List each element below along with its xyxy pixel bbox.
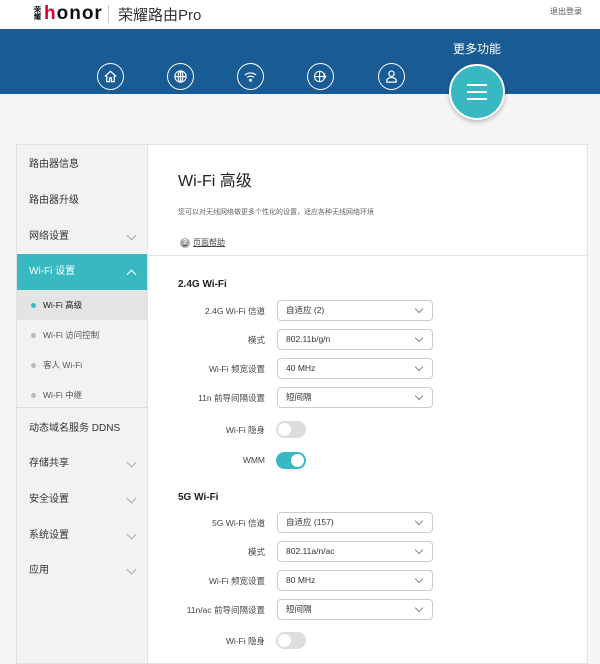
bullet-icon — [31, 363, 36, 368]
hide-ssid-2g-toggle[interactable] — [276, 421, 306, 438]
globe-lightning-icon[interactable] — [307, 63, 334, 90]
chevron-down-icon — [414, 304, 424, 314]
hide-ssid-5g-toggle[interactable] — [276, 632, 306, 649]
sidebar-item-network[interactable]: 网络设置 — [17, 219, 147, 255]
bullet-icon — [31, 393, 36, 398]
mode-2g-select[interactable]: 802.11b/g/n — [277, 329, 433, 350]
chevron-down-icon — [126, 493, 137, 504]
chevron-down-icon — [126, 230, 137, 241]
chevron-down-icon — [414, 516, 424, 526]
help-icon: ? — [180, 237, 190, 248]
main-card: 路由器信息 路由器升级 网络设置 Wi-Fi 设置 Wi-Fi 高级 Wi-Fi… — [16, 144, 588, 664]
field-label: 模式 — [247, 335, 265, 345]
sidebar-item-ddns[interactable]: 动态域名服务 DDNS — [17, 411, 147, 447]
field-label: 模式 — [247, 547, 265, 557]
page-title: Wi-Fi 高级 — [178, 173, 252, 190]
chevron-down-icon — [414, 333, 424, 343]
honor-logo: 荣耀 honor — [34, 3, 103, 24]
section-title-2g: 2.4G Wi-Fi — [178, 279, 227, 290]
chevron-down-icon — [126, 529, 137, 540]
channel-2g-select[interactable]: 自适应 (2) — [277, 300, 433, 321]
globe-icon[interactable] — [167, 63, 194, 90]
sidebar-subitem-wifi-advanced[interactable]: Wi-Fi 高级 — [17, 290, 147, 320]
toggle-label: Wi-Fi 隐身 — [225, 425, 265, 435]
guard-interval-5g-select[interactable]: 短间隔 — [277, 599, 433, 620]
divider — [17, 407, 147, 408]
sidebar: 路由器信息 路由器升级 网络设置 Wi-Fi 设置 Wi-Fi 高级 Wi-Fi… — [17, 145, 148, 663]
divider — [148, 255, 588, 256]
chevron-down-icon — [126, 457, 137, 468]
field-label: Wi-Fi 频宽设置 — [208, 364, 265, 374]
guard-interval-2g-select[interactable]: 短间隔 — [277, 387, 433, 408]
chevron-down-icon — [414, 362, 424, 372]
mode-5g-select[interactable]: 802.11a/n/ac — [277, 541, 433, 562]
bandwidth-5g-select[interactable]: 80 MHz — [277, 570, 433, 591]
more-features-button[interactable] — [449, 64, 505, 120]
product-name: 荣耀路由Pro — [118, 7, 202, 24]
page-help-link[interactable]: ? 页面帮助 — [180, 237, 225, 248]
bullet-icon — [31, 303, 36, 308]
chevron-down-icon — [126, 564, 137, 575]
chevron-down-icon — [414, 603, 424, 613]
sidebar-item-security[interactable]: 安全设置 — [17, 482, 147, 518]
home-icon[interactable] — [97, 63, 124, 90]
page-description: 您可以对无线网络做更多个性化的设置，适应各种无线网络环境 — [178, 209, 374, 216]
channel-5g-select[interactable]: 自适应 (157) — [277, 512, 433, 533]
field-label: 5G Wi-Fi 信道 — [212, 518, 265, 528]
chevron-up-icon — [126, 269, 137, 280]
field-label: 11n/ac 前导间隔设置 — [186, 605, 265, 615]
field-label: 2.4G Wi-Fi 信道 — [205, 306, 265, 316]
bullet-icon — [31, 333, 36, 338]
wmm-toggle[interactable] — [276, 452, 306, 469]
toggle-label: WMM — [242, 455, 265, 465]
field-label: 11n 前导间隔设置 — [198, 393, 265, 403]
logout-link[interactable]: 退出登录 — [550, 6, 582, 17]
more-features-label: 更多功能 — [453, 42, 502, 56]
sidebar-subitem-wifi-access[interactable]: Wi-Fi 访问控制 — [17, 320, 147, 350]
sidebar-item-router-upgrade[interactable]: 路由器升级 — [17, 183, 147, 219]
sidebar-item-storage[interactable]: 存储共享 — [17, 446, 147, 482]
chevron-down-icon — [414, 574, 424, 584]
chevron-down-icon — [414, 391, 424, 401]
nav-banner — [0, 29, 600, 94]
divider — [108, 5, 109, 23]
sidebar-item-router-info[interactable]: 路由器信息 — [17, 147, 147, 183]
toggle-label: Wi-Fi 隐身 — [225, 636, 265, 646]
wifi-icon[interactable] — [237, 63, 264, 90]
sidebar-item-system[interactable]: 系统设置 — [17, 518, 147, 554]
chevron-down-icon — [414, 545, 424, 555]
top-bar: 荣耀 honor 荣耀路由Pro 退出登录 — [0, 0, 600, 29]
sidebar-item-apps[interactable]: 应用 — [17, 553, 147, 589]
field-label: Wi-Fi 频宽设置 — [208, 576, 265, 586]
sidebar-subitem-wifi-relay[interactable]: Wi-Fi 中继 — [17, 380, 147, 410]
user-icon[interactable] — [378, 63, 405, 90]
bandwidth-2g-select[interactable]: 40 MHz — [277, 358, 433, 379]
section-title-5g: 5G Wi-Fi — [178, 492, 219, 503]
sidebar-subitem-guest-wifi[interactable]: 客人 Wi-Fi — [17, 350, 147, 380]
sidebar-item-wifi-settings[interactable]: Wi-Fi 设置 — [17, 254, 147, 290]
